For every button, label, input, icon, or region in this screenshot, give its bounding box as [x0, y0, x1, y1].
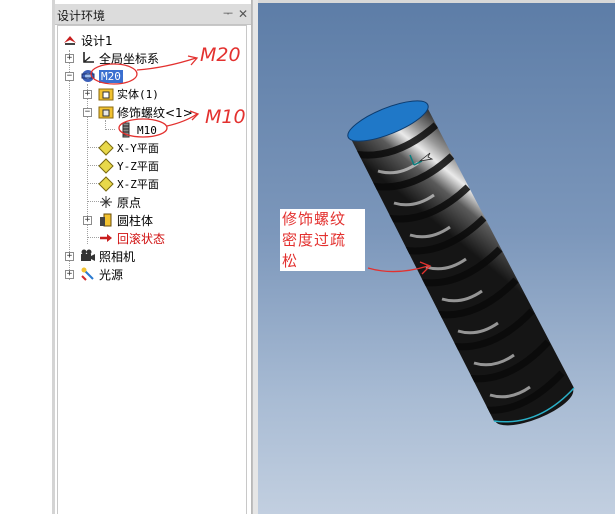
note-arrow [367, 265, 429, 273]
note-line-2: 密度过疏 [282, 231, 347, 249]
m20-circle-mark [90, 63, 138, 85]
m20-arrow [136, 57, 197, 71]
m20-annotation: M20 [200, 44, 241, 66]
note-line-3: 松 [282, 252, 299, 270]
m10-annotation: M10 [205, 106, 246, 128]
m10-circle-mark [118, 118, 168, 138]
note-line-1: 修饰螺纹 [282, 210, 347, 228]
